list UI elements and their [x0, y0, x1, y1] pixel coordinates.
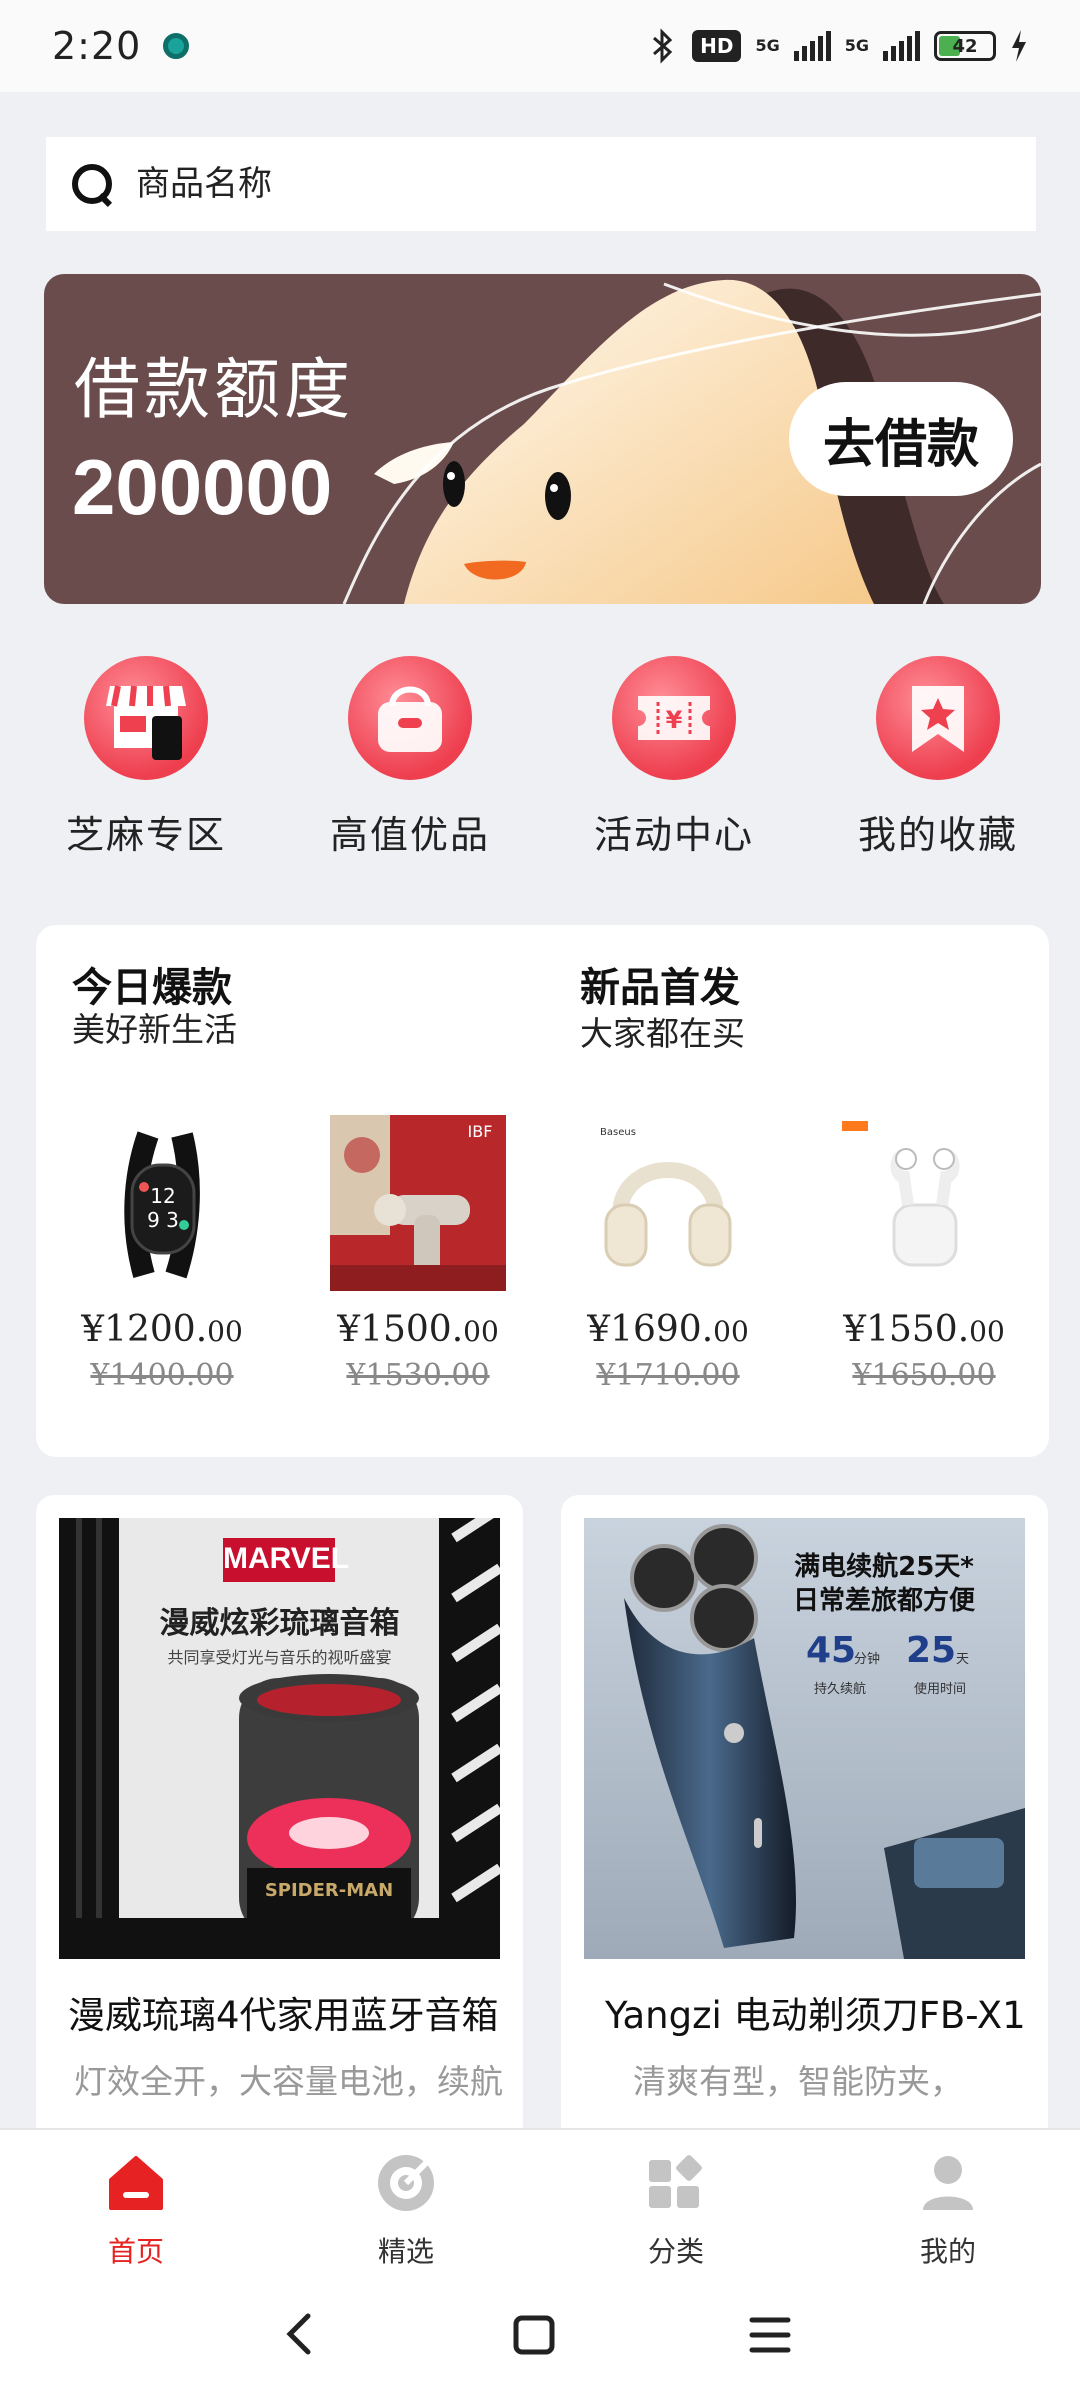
product-price: ¥1550.00	[843, 1309, 1005, 1350]
image-base-text: SPIDER-MAN	[264, 1880, 394, 1901]
shop-icon	[84, 656, 208, 780]
image-line-1: 满电续航25天*	[794, 1552, 974, 1582]
marvel-logo: MARVEL	[223, 1542, 350, 1575]
image-subline: 共同享受灯光与音乐的视听盛宴	[167, 1648, 392, 1667]
battery-level: 42	[952, 35, 978, 57]
product-image-shaver: 满电续航25天* 日常差旅都方便 45 分钟 持久续航 25 天 使用时间	[584, 1518, 1025, 1959]
product-card[interactable]: 满电续航25天* 日常差旅都方便 45 分钟 持久续航 25 天 使用时间 Ya…	[561, 1495, 1048, 2145]
product-image-earbuds	[836, 1115, 1012, 1291]
tab-label: 我的	[919, 2235, 976, 2268]
search-bar[interactable]	[46, 137, 1036, 231]
svg-text:Baseus: Baseus	[600, 1127, 636, 1138]
signal-icon	[793, 31, 831, 61]
product-item[interactable]: Baseus ¥1690.00 ¥1710.00	[568, 1115, 768, 1393]
system-navigation-bar	[0, 2270, 1080, 2400]
product-original-price: ¥1650.00	[852, 1358, 996, 1393]
quick-item-activity[interactable]: ¥ 活动中心	[564, 656, 784, 859]
status-time: 2:20	[52, 24, 142, 68]
network-type-2: 5G	[844, 36, 869, 55]
loan-banner[interactable]: 借款额度 200000 去借款	[44, 274, 1041, 604]
user-icon	[915, 2150, 981, 2216]
target-icon	[373, 2150, 439, 2216]
quick-entries: 芝麻专区 高值优品 ¥ 活动中心 我的收藏	[0, 656, 1080, 859]
product-image-smart-band: 12 9 3	[74, 1115, 250, 1291]
tab-home[interactable]: 首页	[56, 2150, 216, 2270]
svg-text:IBF: IBF	[468, 1122, 493, 1141]
tab-featured[interactable]: 精选	[326, 2150, 486, 2270]
quick-item-favorites[interactable]: 我的收藏	[828, 656, 1048, 859]
image-headline: 漫威炫彩琉璃音箱	[159, 1606, 400, 1641]
charging-icon	[1012, 30, 1026, 62]
product-image-headphones: Baseus	[580, 1115, 756, 1291]
tab-label: 精选	[377, 2235, 434, 2268]
product-item[interactable]: 12 9 3 ¥1200.00 ¥1400.00	[62, 1115, 262, 1393]
home-icon	[103, 2150, 169, 2216]
grid-icon	[643, 2150, 709, 2216]
image-stat-1-label: 持久续航	[814, 1682, 867, 1697]
back-icon	[286, 2313, 311, 2355]
banner-title: 借款额度	[74, 351, 354, 428]
tab-mine[interactable]: 我的	[868, 2150, 1028, 2270]
image-stat-2-label: 使用时间	[914, 1682, 967, 1697]
quick-item-label: 活动中心	[593, 813, 754, 857]
bottom-tab-bar: 首页 精选 分类 我的	[0, 2128, 1080, 2270]
product-card[interactable]: MARVEL 漫威炫彩琉璃音箱 共同享受灯光与音乐的视听盛宴 SPIDER-MA…	[36, 1495, 523, 2145]
quick-item-label: 芝麻专区	[65, 813, 226, 857]
card-description: 清爽有型，智能防夹，	[633, 2062, 963, 2101]
home-square-icon	[513, 2315, 555, 2355]
quick-item-premium[interactable]: 高值优品	[300, 656, 520, 859]
recents-button[interactable]	[730, 2300, 810, 2370]
tab-label: 分类	[647, 2235, 704, 2268]
card-title: 漫威琉璃4代家用蓝牙音箱	[68, 1994, 499, 2037]
product-price: ¥1690.00	[587, 1309, 749, 1350]
svg-text:¥: ¥	[666, 706, 683, 734]
image-stat-1-value: 45	[806, 1630, 857, 1671]
product-image-speaker: MARVEL 漫威炫彩琉璃音箱 共同享受灯光与音乐的视听盛宴 SPIDER-MA…	[59, 1518, 500, 1959]
quick-item-zhima[interactable]: 芝麻专区	[36, 656, 256, 859]
image-stat-2-unit: 天	[956, 1652, 970, 1667]
svg-text:12: 12	[150, 1184, 175, 1208]
battery-icon: 42	[934, 31, 996, 61]
hd-badge: HD	[692, 30, 742, 62]
ticket-icon: ¥	[612, 656, 736, 780]
star-bookmark-icon	[876, 656, 1000, 780]
bluetooth-icon	[653, 28, 673, 64]
borrow-button[interactable]: 去借款	[789, 382, 1013, 496]
app-notification-icon	[163, 33, 190, 59]
product-item[interactable]: IBF ¥1500.00 ¥1530.00	[318, 1115, 518, 1393]
product-original-price: ¥1530.00	[346, 1358, 490, 1393]
new-arrivals-subtitle: 大家都在买	[580, 1014, 745, 1053]
credit-amount: 200000	[72, 443, 333, 531]
product-price: ¥1500.00	[337, 1309, 499, 1350]
new-arrivals-title[interactable]: 新品首发	[580, 955, 740, 1013]
card-description: 灯效全开，大容量电池，续航持久	[74, 2062, 504, 2101]
svg-text:9 3: 9 3	[147, 1208, 179, 1232]
status-icons: HD 5G 5G 42	[648, 28, 1028, 64]
image-stat-2-value: 25	[906, 1630, 957, 1671]
product-image-massage-gun: IBF	[330, 1115, 506, 1291]
product-price: ¥1200.00	[81, 1309, 243, 1350]
search-icon	[70, 162, 114, 206]
back-button[interactable]	[260, 2300, 340, 2370]
card-title: Yangzi 电动剃须刀FB-X1	[605, 1994, 1026, 2037]
product-original-price: ¥1400.00	[90, 1358, 234, 1393]
tab-label: 首页	[107, 2235, 164, 2268]
tab-category[interactable]: 分类	[596, 2150, 756, 2270]
network-type-1: 5G	[755, 36, 780, 55]
product-item[interactable]: ¥1550.00 ¥1650.00	[824, 1115, 1024, 1393]
image-line-2: 日常差旅都方便	[792, 1586, 975, 1616]
bag-icon	[348, 656, 472, 780]
image-stat-1-unit: 分钟	[854, 1652, 881, 1667]
featured-section: 今日爆款 美好新生活 新品首发 大家都在买 12 9 3 ¥1200.00 ¥14…	[36, 925, 1049, 1457]
today-hot-subtitle: 美好新生活	[72, 1010, 237, 1049]
quick-item-label: 高值优品	[329, 813, 490, 857]
status-bar: 2:20 HD 5G 5G 42	[0, 0, 1080, 92]
home-nav-button[interactable]	[494, 2300, 574, 2370]
menu-icon	[749, 2317, 791, 2353]
signal-icon	[883, 31, 920, 61]
quick-item-label: 我的收藏	[857, 813, 1018, 857]
search-input[interactable]	[136, 164, 936, 204]
product-original-price: ¥1710.00	[596, 1358, 740, 1393]
